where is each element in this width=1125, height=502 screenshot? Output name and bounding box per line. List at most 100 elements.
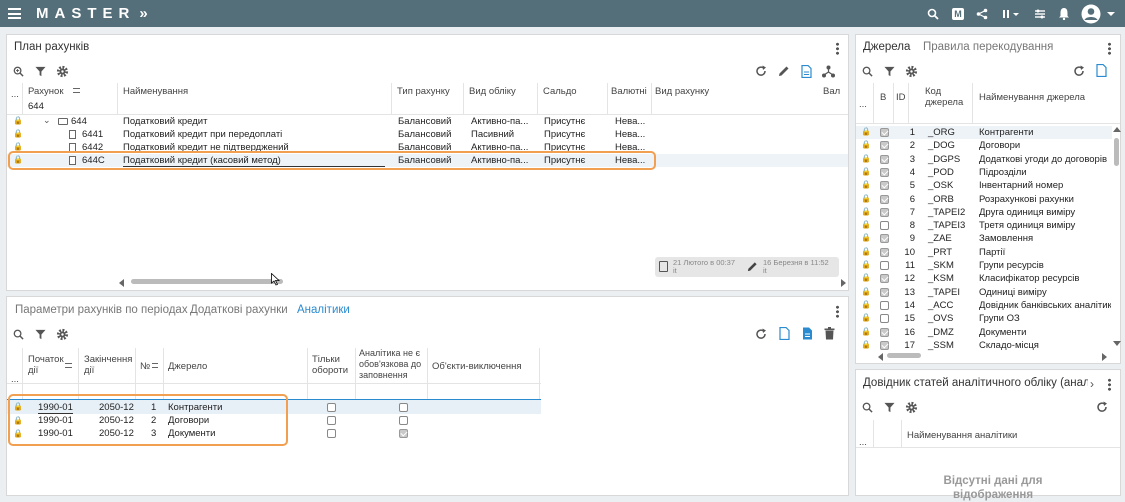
column-header-saldo[interactable]: Сальдо [543, 86, 577, 97]
column-header-start[interactable]: Початок дії [28, 354, 70, 376]
column-header-account-kind[interactable]: Вид рахунку [655, 86, 709, 97]
column-header-currency[interactable]: Валютні [611, 86, 647, 97]
scroll-right-icon[interactable] [841, 279, 846, 287]
gear-icon[interactable] [905, 401, 918, 414]
column-header-account[interactable]: Рахунок [28, 86, 64, 97]
m-app-icon[interactable]: M [951, 5, 965, 22]
menu-icon[interactable] [8, 8, 21, 19]
source-row[interactable]: 🔒 7 _TAPEI2 Друга одиниця виміру [856, 206, 1112, 219]
tab-sources[interactable]: Джерела [863, 41, 910, 53]
edit-icon[interactable] [778, 65, 790, 77]
source-checkbox[interactable] [880, 181, 889, 191]
column-header-optional[interactable]: Аналітика не є обов'язкова до заповнення [359, 348, 429, 381]
source-row[interactable]: 🔒 2 _DOG Договори [856, 139, 1112, 152]
optional-checkbox[interactable] [398, 403, 408, 412]
column-header-code[interactable]: Код джерела [925, 86, 970, 108]
source-checkbox[interactable] [880, 247, 889, 257]
scroll-left-icon[interactable] [878, 353, 883, 361]
delete-icon[interactable] [824, 327, 835, 340]
source-checkbox[interactable] [880, 261, 889, 270]
vertical-scrollbar[interactable] [1114, 138, 1119, 166]
collapse-chevron[interactable]: » [139, 5, 147, 22]
filter-icon[interactable] [884, 402, 895, 413]
column-header-id[interactable]: ID [896, 92, 907, 103]
refresh-icon[interactable] [755, 65, 767, 77]
column-header-name[interactable]: Найменування [123, 86, 188, 97]
bell-icon[interactable] [1057, 5, 1071, 22]
column-header-source[interactable]: Джерело [168, 361, 207, 372]
source-row[interactable]: 🔒 17 _SSM Складо-місця [856, 339, 1112, 351]
column-header-end[interactable]: Закінчення дії [84, 354, 134, 376]
chevron-down-icon[interactable]: ⌄ [43, 115, 51, 126]
source-checkbox[interactable] [880, 207, 889, 217]
filter-settings-icon[interactable] [1033, 5, 1047, 22]
refresh-icon[interactable] [755, 328, 767, 340]
source-row[interactable]: 🔒 8 _TAPEI3 Третя одиниця виміру [856, 219, 1112, 232]
table-row[interactable]: 🔒 6441 Податковий кредит при передоплаті… [7, 128, 848, 141]
source-row[interactable]: 🔒 9 _ZAE Замовлення [856, 232, 1112, 245]
more-menu-icon[interactable] [1108, 42, 1111, 55]
source-row[interactable]: 🔒 13 _TAPEI Одиниці виміру [856, 286, 1112, 299]
column-header-b[interactable]: В [880, 92, 886, 103]
search-icon[interactable] [13, 329, 24, 340]
avatar-dropdown-icon[interactable] [1105, 5, 1117, 22]
chevron-right-icon[interactable]: › [1090, 377, 1094, 391]
source-checkbox[interactable] [880, 141, 889, 151]
source-checkbox[interactable] [880, 194, 889, 204]
column-header-source-name[interactable]: Найменування джерела [979, 92, 1085, 103]
source-checkbox[interactable] [880, 167, 889, 177]
source-checkbox[interactable] [880, 314, 889, 324]
more-menu-icon[interactable] [1108, 378, 1111, 391]
refresh-icon[interactable] [1073, 65, 1085, 77]
source-row[interactable]: 🔒 14 _ACC Довідник банківських аналітик [856, 299, 1112, 312]
sort-icon[interactable] [65, 363, 72, 368]
column-header-extra[interactable]: Вал [823, 86, 840, 97]
source-row[interactable]: 🔒 5 _OSK Інвентарний номер [856, 179, 1112, 192]
new-document-icon[interactable] [1096, 64, 1107, 77]
column-header-turnovers[interactable]: Тільки обороти [312, 354, 354, 376]
source-checkbox[interactable] [880, 221, 889, 231]
turnovers-checkbox[interactable] [327, 403, 336, 412]
source-row[interactable]: 🔒 1 _ORG Контрагенти [856, 126, 1112, 139]
filter-icon[interactable] [35, 66, 46, 77]
source-row[interactable]: 🔒 3 _DGPS Додаткові угоди до договорів [856, 153, 1112, 166]
hierarchy-icon[interactable] [822, 65, 835, 78]
sort-icon[interactable] [152, 363, 158, 368]
table-row[interactable]: 🔒 ⌄ 644 Податковий кредит Балансовий Акт… [7, 115, 848, 128]
share-icon[interactable] [975, 5, 989, 22]
more-menu-icon[interactable] [836, 42, 839, 55]
tab-analytics[interactable]: Аналітики [297, 304, 350, 316]
copy-document-icon[interactable] [802, 327, 813, 340]
new-document-icon[interactable] [801, 65, 812, 78]
source-row[interactable]: 🔒 6 _ORB Розрахункові рахунки [856, 193, 1112, 206]
refresh-icon[interactable] [1096, 401, 1108, 413]
column-header-exclusions[interactable]: Об'єкти-виключення [432, 361, 522, 372]
source-checkbox[interactable] [880, 287, 889, 297]
scroll-up-icon[interactable] [1113, 127, 1121, 132]
source-row[interactable]: 🔒 4 _POD Підрозділи [856, 166, 1112, 179]
tab-recoding-rules[interactable]: Правила перекодування [923, 41, 1053, 53]
avatar-icon[interactable] [1080, 3, 1102, 25]
source-row[interactable]: 🔒 15 _OVS Групи ОЗ [856, 312, 1112, 325]
turnovers-checkbox[interactable] [327, 416, 336, 425]
column-header-number[interactable]: № [140, 361, 150, 372]
optional-checkbox[interactable] [398, 429, 408, 438]
source-checkbox[interactable] [880, 274, 889, 284]
sort-icon[interactable] [73, 88, 80, 93]
search-icon[interactable] [862, 402, 873, 413]
column-header-account-type[interactable]: Тип рахунку [397, 86, 450, 97]
horizontal-scrollbar[interactable] [131, 279, 283, 284]
source-checkbox[interactable] [880, 300, 889, 310]
scroll-right-icon[interactable] [1102, 353, 1107, 361]
tab-additional-accounts[interactable]: Додаткові рахунки [190, 304, 288, 316]
tab-period-parameters[interactable]: Параметри рахунків по періодах [15, 304, 188, 316]
account-filter-input[interactable]: 644 [28, 101, 44, 112]
scroll-down-icon[interactable] [1113, 341, 1121, 346]
zoom-icon[interactable] [13, 66, 24, 77]
new-document-icon[interactable] [779, 327, 790, 340]
source-row[interactable]: 🔒 11 _SKM Групи ресурсів [856, 259, 1112, 272]
source-checkbox[interactable] [880, 128, 889, 137]
source-checkbox[interactable] [880, 234, 889, 244]
source-checkbox[interactable] [880, 327, 889, 337]
turnovers-checkbox[interactable] [327, 429, 336, 438]
